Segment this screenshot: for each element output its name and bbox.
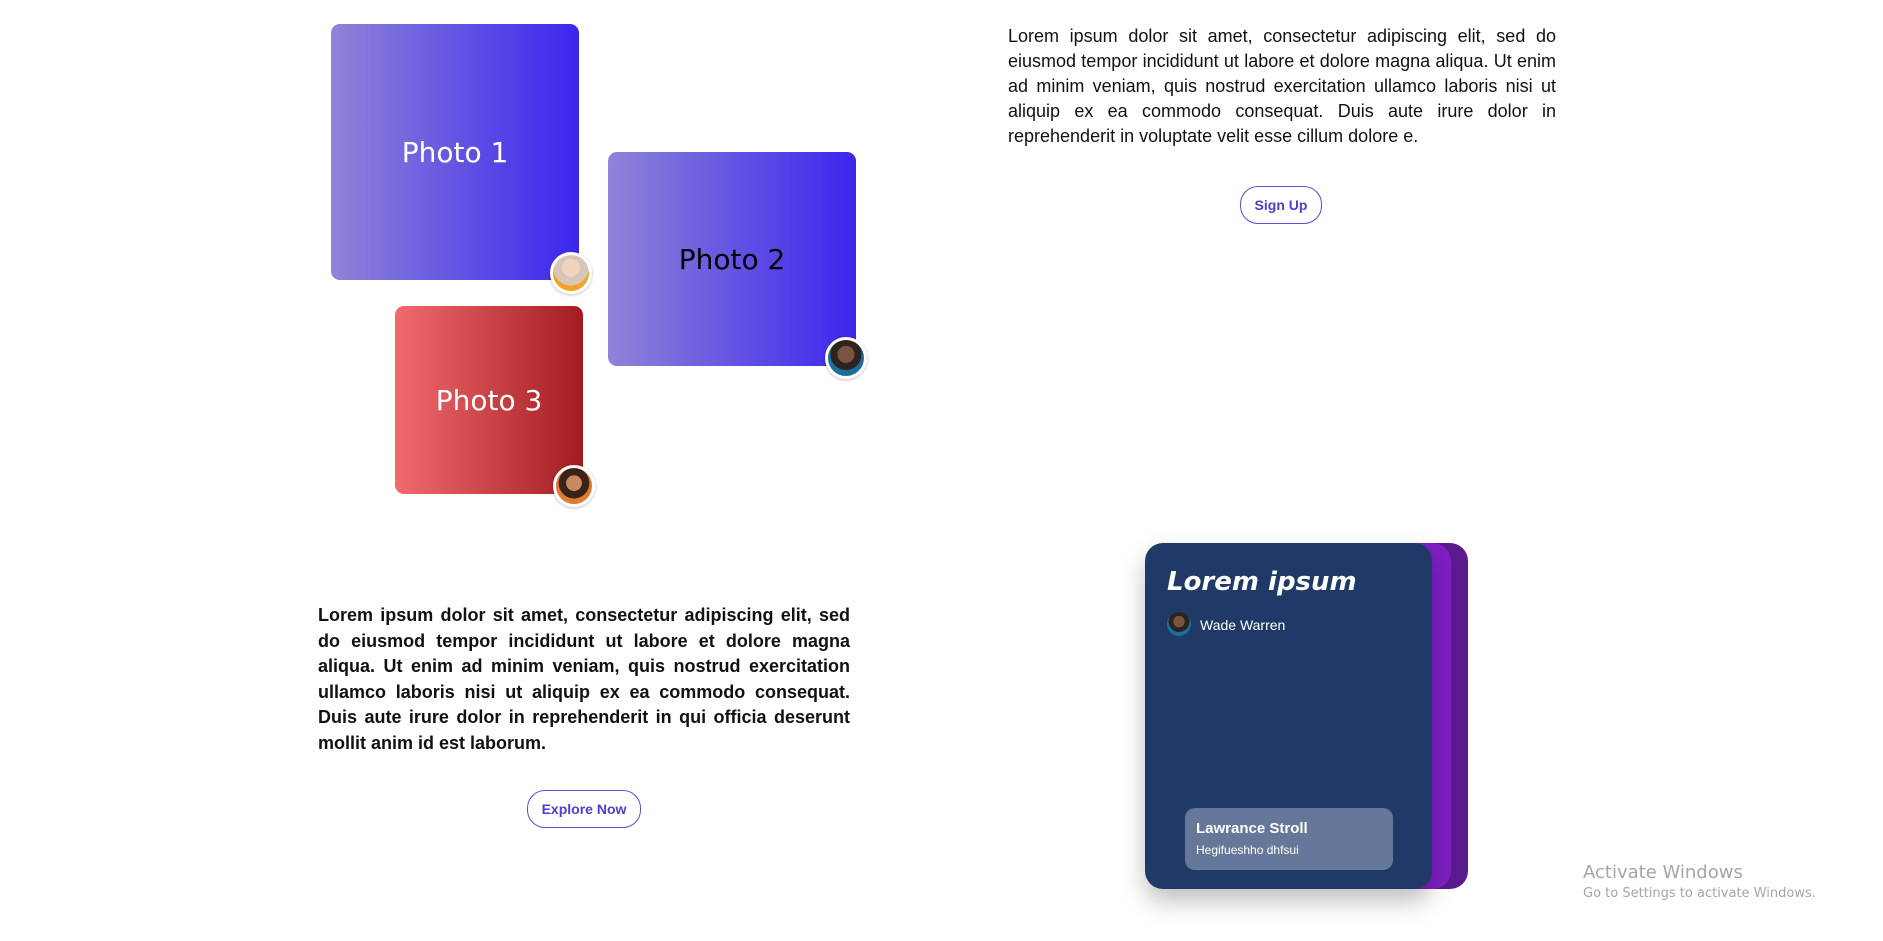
watermark-title: Activate Windows bbox=[1583, 862, 1743, 883]
card-footer-name: Lawrance Stroll bbox=[1196, 820, 1308, 837]
card-author-avatar bbox=[1167, 612, 1191, 636]
photo-3-label: Photo 3 bbox=[435, 383, 543, 417]
photo-1-avatar[interactable] bbox=[550, 252, 592, 294]
card-footer-subtitle: Hegifueshho dhfsui bbox=[1196, 843, 1299, 857]
activate-windows-watermark: Activate Windows Go to Settings to activ… bbox=[1583, 862, 1816, 901]
photo-3-tile[interactable]: Photo 3 bbox=[395, 306, 583, 494]
photo-1-tile[interactable]: Photo 1 bbox=[331, 24, 579, 280]
top-paragraph: Lorem ipsum dolor sit amet, consectetur … bbox=[1008, 26, 1556, 146]
page: Photo 1 Photo 2 Photo 3 Lorem ipsum dolo… bbox=[0, 0, 1883, 941]
bottom-paragraph: Lorem ipsum dolor sit amet, consectetur … bbox=[318, 605, 850, 753]
explore-now-button[interactable]: Explore Now bbox=[527, 790, 641, 828]
card-title: Lorem ipsum bbox=[1167, 567, 1357, 597]
photo-2-tile[interactable]: Photo 2 bbox=[608, 152, 856, 366]
photo-2-avatar[interactable] bbox=[825, 337, 867, 379]
photo-1-label: Photo 1 bbox=[401, 135, 509, 169]
card-author-name: Wade Warren bbox=[1200, 617, 1286, 633]
sign-up-button[interactable]: Sign Up bbox=[1240, 186, 1322, 224]
photo-3-avatar[interactable] bbox=[553, 465, 595, 507]
profile-card[interactable]: Lorem ipsum Wade Warren Lawrance Stroll … bbox=[1145, 543, 1432, 889]
card-footer: Lawrance Stroll Hegifueshho dhfsui bbox=[1185, 808, 1393, 870]
watermark-subtitle: Go to Settings to activate Windows. bbox=[1583, 886, 1816, 901]
photo-2-label: Photo 2 bbox=[678, 242, 786, 276]
